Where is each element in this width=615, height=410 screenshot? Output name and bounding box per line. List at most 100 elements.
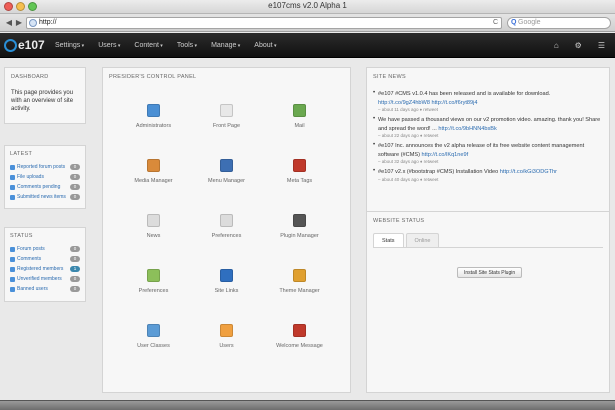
list-item-label: Registered members — [17, 266, 64, 272]
news-link[interactable]: http://t.co/lKq1ne9f — [422, 152, 469, 158]
welcome-message-icon — [293, 324, 306, 337]
panel-title: WEBSITE STATUS — [373, 218, 425, 224]
list-item[interactable]: File uploads 0 — [10, 172, 80, 182]
url-bar[interactable]: http:// C — [26, 17, 502, 29]
cp-item-menu-manager[interactable]: Menu Manager — [190, 151, 263, 206]
list-item[interactable]: Submitted news items 0 — [10, 192, 80, 202]
tab-stats[interactable]: Stats — [373, 233, 404, 247]
cp-item-label: Theme Manager — [279, 288, 320, 294]
list-item-icon — [10, 246, 15, 252]
forward-button[interactable]: ▶ — [13, 17, 25, 28]
cp-item-users[interactable]: Users — [190, 316, 263, 371]
news-item-meta: – about 32 days ago ♦ retweet — [378, 159, 439, 164]
count-badge: 0 — [70, 184, 80, 190]
user-classes-icon — [147, 324, 160, 337]
list-item-label: Banned users — [17, 286, 48, 292]
list-item[interactable]: Banned users 0 — [10, 284, 80, 294]
list-item-label: File uploads — [17, 174, 44, 180]
home-icon[interactable]: ⌂ — [546, 33, 567, 58]
news-item: #e107 v2.x (#bootstrap #CMS) Installatio… — [373, 168, 603, 183]
cp-item-theme-manager[interactable]: Theme Manager — [263, 261, 336, 316]
control-panel-grid: Administrators Front Page Mail Media Manage… — [117, 96, 338, 371]
news-text: #e107 Inc. announces the v2 alpha releas… — [378, 143, 585, 158]
panel-title: STATUS — [10, 233, 33, 239]
news-link[interactable]: http://t.co/kGi3ODGThr — [500, 169, 557, 175]
menu-manager-icon — [220, 159, 233, 172]
cp-item-front-page[interactable]: Front Page — [190, 96, 263, 151]
front-page-icon — [220, 104, 233, 117]
cp-item-label: User Classes — [137, 343, 170, 349]
menu-item-content[interactable]: Content — [127, 33, 169, 58]
news-item-meta: – about 11 days ago ♦ retweet — [378, 107, 439, 112]
list-item-label: Reported forum posts — [17, 164, 66, 170]
logo-text: e107 — [18, 38, 45, 52]
news-feed: #e107 #CMS v1.0.4 has been released and … — [373, 90, 603, 183]
cp-item-label: Media Manager — [134, 178, 173, 184]
dashboard-info-panel: DASHBOARD This page provides you with an… — [4, 67, 86, 124]
browser-window: e107cms v2.0 Alpha 1 ◀ ▶ http:// C Q Goo… — [0, 0, 615, 410]
cp-item-media-manager[interactable]: Media Manager — [117, 151, 190, 206]
cp-item-label: Preferences — [138, 288, 169, 294]
reload-icon[interactable]: C — [493, 18, 498, 28]
settings-icon[interactable]: ⚙ — [567, 33, 590, 58]
status-tabs: Stats Online — [373, 233, 603, 248]
news-link[interactable]: http://t.co/9gZ4hbW8 http://t.co/f6ryt89… — [378, 100, 478, 106]
list-item[interactable]: Comments pending 0 — [10, 182, 80, 192]
menu-item-about[interactable]: About — [247, 33, 283, 58]
cp-item-preferences[interactable]: Preferences — [190, 206, 263, 261]
news-link[interactable]: http://t.co/9bHNN4bsBk — [438, 126, 496, 132]
list-item-icon — [10, 256, 15, 262]
list-item[interactable]: Unverified members 0 — [10, 274, 80, 284]
list-item[interactable]: Registered members 1 — [10, 264, 80, 274]
cp-item-label: Mail — [294, 123, 305, 129]
e107-logo[interactable]: e107 — [4, 37, 45, 53]
latest-list: Reported forum posts 0 File uploads 0 Commen… — [10, 162, 80, 202]
cp-item-preferences[interactable]: Preferences — [117, 261, 190, 316]
right-menu: ⌂ ⚙ ☰ — [546, 33, 613, 58]
menu-item-tools[interactable]: Tools — [170, 33, 204, 58]
theme-manager-icon — [293, 269, 306, 282]
cp-item-label: Meta Tags — [286, 178, 313, 184]
cp-item-administrators[interactable]: Administrators — [117, 96, 190, 151]
globe-icon — [29, 19, 37, 27]
list-item-icon — [10, 276, 15, 282]
list-item[interactable]: Comments 0 — [10, 254, 80, 264]
cp-item-mail[interactable]: Mail — [263, 96, 336, 151]
users-icon — [220, 324, 233, 337]
news-text: #e107 v2.x (#bootstrap #CMS) Installatio… — [378, 169, 499, 175]
status-panel: STATUS Forum posts 0 Comments 0 Registered m… — [4, 227, 86, 302]
cp-item-news[interactable]: News — [117, 206, 190, 261]
panel-title: SITE NEWS — [373, 74, 406, 80]
cp-item-meta-tags[interactable]: Meta Tags — [263, 151, 336, 206]
menu-item-settings[interactable]: Settings — [48, 33, 91, 58]
menu-icon[interactable]: ☰ — [590, 33, 613, 58]
news-item-meta: – about 40 days ago ♦ retweet — [378, 176, 439, 182]
url-text: http:// — [39, 19, 57, 26]
menu-item-users[interactable]: Users — [91, 33, 127, 58]
menu-item-manage[interactable]: Manage — [204, 33, 247, 58]
install-site-stats-button[interactable]: Install Site Stats Plugin — [457, 267, 523, 278]
list-item-icon — [10, 266, 15, 272]
cp-item-site-links[interactable]: Site Links — [190, 261, 263, 316]
cp-item-label: News — [146, 233, 161, 239]
panel-title: LATEST — [10, 151, 33, 157]
browser-toolbar: ◀ ▶ http:// C Q Google — [0, 14, 615, 32]
news-item-text: #e107 v2.x (#bootstrap #CMS) Installatio… — [378, 168, 603, 177]
tab-online[interactable]: Online — [405, 233, 440, 247]
cp-item-plugin-manager[interactable]: Plugin Manager — [263, 206, 336, 261]
main-menu: SettingsUsersContentToolsManageAbout — [48, 33, 283, 58]
count-badge: 0 — [70, 256, 80, 262]
list-item-label: Forum posts — [17, 246, 45, 252]
list-item[interactable]: Reported forum posts 0 — [10, 162, 80, 172]
control-panel: PRESIDER'S CONTROL PANEL Administrators F… — [102, 67, 351, 393]
logo-ring-icon — [4, 39, 17, 52]
search-input[interactable]: Q Google — [507, 17, 611, 29]
list-item-label: Unverified members — [17, 276, 62, 282]
news-item-text: #e107 #CMS v1.0.4 has been released and … — [378, 90, 603, 107]
cp-item-label: Preferences — [211, 233, 242, 239]
news-item-text: #e107 Inc. announces the v2 alpha releas… — [378, 142, 603, 159]
list-item[interactable]: Forum posts 0 — [10, 244, 80, 254]
news-icon — [147, 214, 160, 227]
cp-item-user-classes[interactable]: User Classes — [117, 316, 190, 371]
cp-item-welcome-message[interactable]: Welcome Message — [263, 316, 336, 371]
